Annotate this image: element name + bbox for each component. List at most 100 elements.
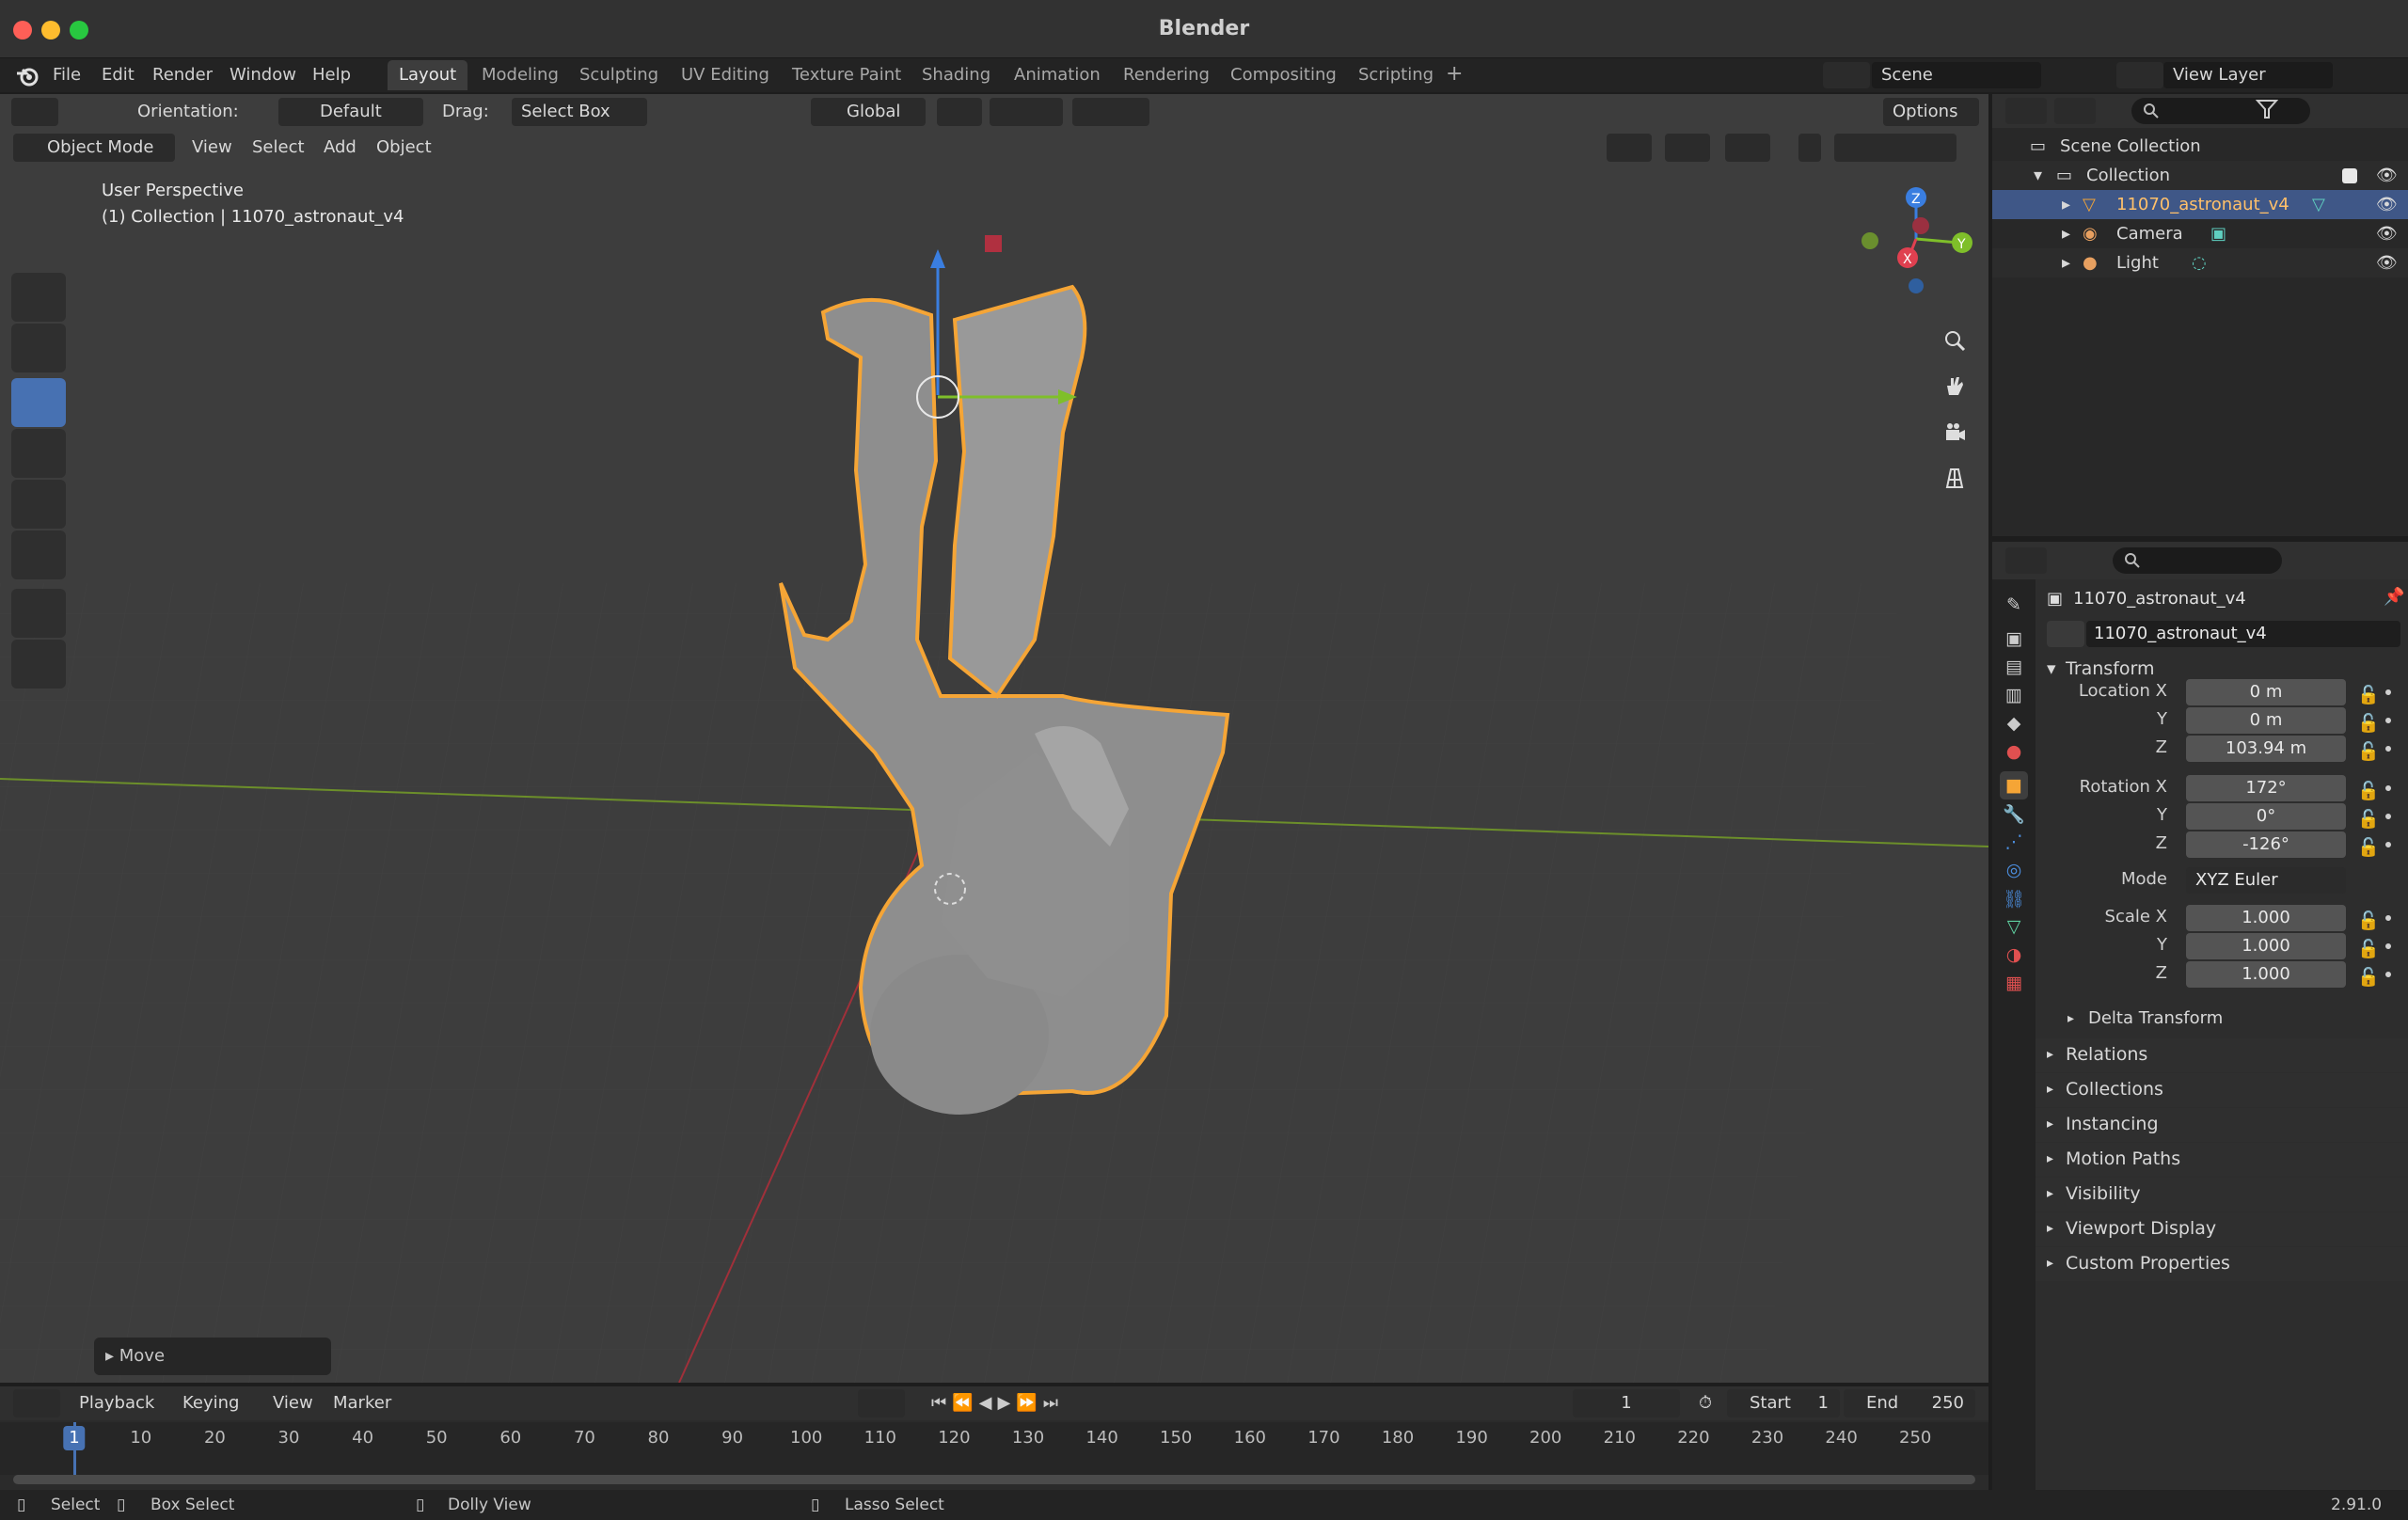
editor-type-icon[interactable]	[13, 1389, 60, 1417]
orientation-dropdown[interactable]: Default	[278, 98, 423, 126]
playhead-frame-label[interactable]: 1	[63, 1426, 86, 1450]
eye-icon[interactable]: 👁	[2376, 224, 2398, 244]
tab-modeling[interactable]: Modeling	[470, 60, 570, 90]
keyframe-dot[interactable]	[2385, 689, 2391, 695]
lock-icon[interactable]: 🔓	[2357, 808, 2380, 830]
outliner-row-light[interactable]: ▸ ● Light ◌ 👁	[1992, 248, 2408, 277]
navigation-gizmo[interactable]: Z Y X	[1844, 182, 1975, 314]
overlay-toggle-icon[interactable]	[1725, 134, 1770, 162]
zoom-icon[interactable]	[1936, 322, 1973, 359]
constraints-tab-icon[interactable]: ⛓	[2000, 884, 2028, 912]
add-workspace-icon[interactable]: +	[1446, 62, 1463, 86]
measure-tool-icon[interactable]	[11, 640, 66, 689]
keyframe-dot[interactable]	[2385, 915, 2391, 921]
menu-window[interactable]: Window	[224, 63, 302, 87]
pin-icon[interactable]: 📌	[2384, 587, 2404, 607]
location-x-field[interactable]: 0 m	[2186, 679, 2346, 705]
expand-arrow-icon[interactable]: ▸	[2062, 253, 2070, 273]
scene-tab-icon[interactable]: ◆	[2000, 709, 2028, 737]
camera-data-icon[interactable]: ▣	[2210, 224, 2226, 244]
custom-properties-panel-header[interactable]: ▸ Custom Properties	[2036, 1247, 2408, 1281]
tab-shading[interactable]: Shading	[911, 60, 1002, 90]
object-name-field[interactable]: 11070_astronaut_v4	[2086, 621, 2400, 647]
object-menu[interactable]: Object	[376, 137, 432, 157]
object-tab-icon[interactable]: ■	[2000, 771, 2028, 800]
playback-controls[interactable]: ⏮⏪◀▶⏩⏭	[922, 1389, 1101, 1417]
select-box-tool-icon[interactable]	[11, 273, 66, 322]
options-dropdown[interactable]: Options	[1883, 98, 1979, 126]
particles-tab-icon[interactable]: ⋰	[2000, 828, 2028, 856]
add-menu[interactable]: Add	[324, 137, 356, 157]
view-menu[interactable]: View	[192, 137, 232, 157]
tab-sculpting[interactable]: Sculpting	[568, 60, 670, 90]
blender-logo-icon[interactable]	[15, 64, 40, 88]
view-layer-selector-icon[interactable]	[2116, 62, 2163, 88]
lock-icon[interactable]: 🔓	[2357, 938, 2380, 959]
outliner-row-camera[interactable]: ▸ ◉ Camera ▣ 👁	[1992, 219, 2408, 248]
proportional-editing-icon[interactable]	[1072, 98, 1149, 126]
timeline-ruler[interactable]: 1 10 20 30 40 50 60 70 80 90 100 110 120 130 140 150 16…	[0, 1422, 1988, 1475]
stopwatch-icon[interactable]: ⏱	[1689, 1389, 1721, 1417]
delta-transform-panel-header[interactable]: ▸ Delta Transform	[2036, 1003, 2408, 1037]
collections-panel-header[interactable]: ▸ Collections	[2036, 1073, 2408, 1107]
view-layer-tab-icon[interactable]: ▥	[2000, 681, 2028, 709]
menu-file[interactable]: File	[47, 63, 87, 87]
relations-panel-header[interactable]: ▸ Relations	[2036, 1038, 2408, 1072]
physics-tab-icon[interactable]: ◎	[2000, 856, 2028, 884]
outliner-row-astronaut[interactable]: ▸ ▽ 11070_astronaut_v4 ▽ 👁	[1992, 190, 2408, 219]
viewport-display-panel-header[interactable]: ▸ Viewport Display	[2036, 1212, 2408, 1246]
texture-tab-icon[interactable]: ▦	[2000, 969, 2028, 997]
collapse-arrow-icon[interactable]: ▾	[2034, 166, 2042, 185]
menu-edit[interactable]: Edit	[96, 63, 140, 87]
transform-orientation-dropdown[interactable]: Global	[811, 98, 926, 126]
scale-x-field[interactable]: 1.000	[2186, 905, 2346, 931]
lock-icon[interactable]: 🔓	[2357, 966, 2380, 988]
annotate-tool-icon[interactable]	[11, 589, 66, 638]
pivot-point-icon[interactable]	[937, 98, 982, 126]
visibility-icon[interactable]	[1607, 134, 1652, 162]
keyframe-dot[interactable]	[2385, 972, 2391, 977]
eye-icon[interactable]: 👁	[2376, 195, 2398, 214]
outliner-row-scene-collection[interactable]: ▭ Scene Collection	[1992, 132, 2408, 161]
properties-search-input[interactable]	[2113, 547, 2282, 574]
tab-scripting[interactable]: Scripting	[1347, 60, 1445, 90]
object-browse-icon[interactable]	[2047, 621, 2084, 647]
view-layer-field[interactable]: View Layer	[2163, 62, 2333, 88]
expand-arrow-icon[interactable]: ▸	[2062, 195, 2070, 214]
gizmo-xz-plane-handle[interactable]	[985, 235, 1002, 252]
move-tool-button-icon[interactable]	[11, 378, 66, 427]
keying-menu[interactable]: Keying	[182, 1393, 239, 1413]
rotation-y-field[interactable]: 0°	[2186, 803, 2346, 830]
instancing-panel-header[interactable]: ▸ Instancing	[2036, 1108, 2408, 1142]
keyframe-dot[interactable]	[2385, 814, 2391, 819]
shading-mode-icon[interactable]	[1834, 134, 1956, 162]
end-frame-field[interactable]: End 250	[1844, 1389, 1975, 1417]
tab-layout[interactable]: Layout	[388, 60, 468, 90]
select-menu[interactable]: Select	[252, 137, 305, 157]
tab-compositing[interactable]: Compositing	[1219, 60, 1348, 90]
outliner-row-collection[interactable]: ▾ ▭ Collection 👁	[1992, 161, 2408, 190]
tab-texture-paint[interactable]: Texture Paint	[781, 60, 912, 90]
filter-icon[interactable]	[2255, 98, 2289, 124]
editor-type-icon[interactable]	[2005, 98, 2047, 124]
keyframe-dot[interactable]	[2385, 746, 2391, 752]
snap-icon[interactable]	[990, 98, 1063, 126]
camera-view-icon[interactable]	[1936, 414, 1973, 451]
scale-z-field[interactable]: 1.000	[2186, 961, 2346, 988]
tool-tab-icon[interactable]: ✎	[2000, 591, 2028, 619]
rotation-mode-dropdown[interactable]: XYZ Euler	[2186, 867, 2346, 894]
timeline-scrollbar[interactable]	[13, 1475, 1975, 1484]
lock-icon[interactable]: 🔓	[2357, 712, 2380, 734]
start-frame-field[interactable]: Start 1	[1727, 1389, 1840, 1417]
view-menu[interactable]: View	[273, 1393, 313, 1413]
world-tab-icon[interactable]: ●	[2000, 737, 2028, 766]
keyframe-dot[interactable]	[2385, 943, 2391, 949]
perspective-toggle-icon[interactable]	[1936, 459, 1973, 497]
pan-hand-icon[interactable]	[1936, 367, 1973, 404]
lock-icon[interactable]: 🔓	[2357, 910, 2380, 931]
scale-y-field[interactable]: 1.000	[2186, 933, 2346, 959]
drag-dropdown[interactable]: Select Box	[512, 98, 647, 126]
tool-settings-icon[interactable]	[11, 98, 58, 126]
playback-menu[interactable]: Playback	[79, 1393, 154, 1413]
display-mode-icon[interactable]	[2054, 98, 2096, 124]
